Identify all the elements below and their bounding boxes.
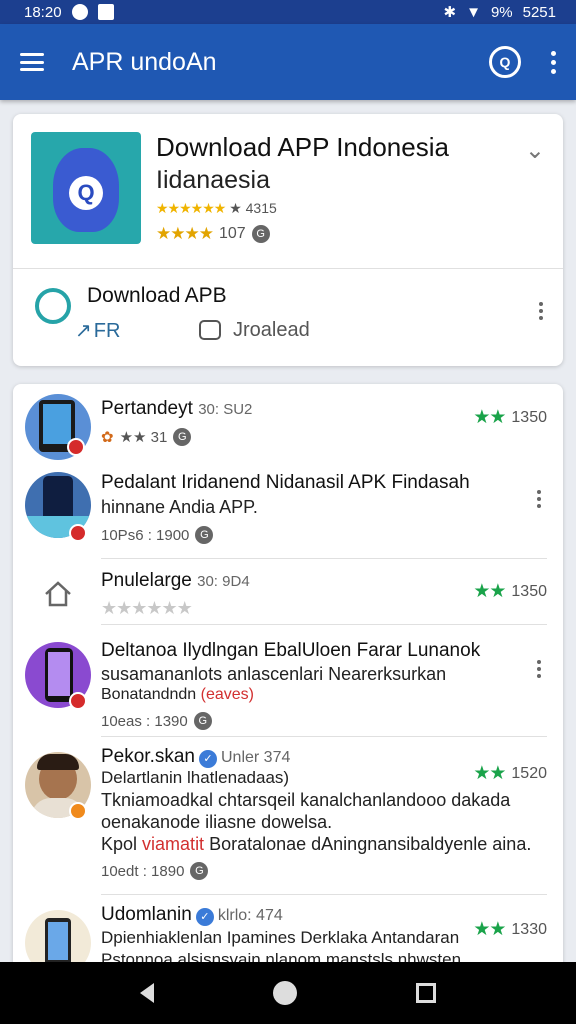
featured-app-rating: ★★★★★★ ★ 4315 [156,200,277,217]
item-meta-text: 10edt : 1890 [101,862,185,880]
home-icon [45,581,71,607]
featured-app-card[interactable]: Q Download APP Indonesia Iidanaesia ★★★★… [13,114,563,366]
status-badge [69,692,87,710]
verified-icon: ✓ [195,907,214,926]
system-nav-bar [0,962,576,1024]
item-rating: ★★ 1350 [473,580,547,603]
more-vert-icon[interactable] [537,490,541,508]
green-stars: ★★ [473,581,506,602]
item-line: Dpienhiaklenlan Ipamines Derklaka Antand… [101,928,460,947]
recent-apps-icon[interactable] [416,983,437,1003]
status-badge [67,438,85,456]
g-badge-icon: G [251,225,270,243]
item-highlight: (eaves) [200,686,255,703]
app-notification-icon [97,4,114,20]
rating-stars: ★★★★★★ [156,200,226,216]
item-title: Udomlanin ✓ klrlo: 474 [101,904,283,926]
item-meta-text: ★★ 31 [119,429,168,446]
item-meta: 10Ps6 : 1900 G [101,526,214,544]
g-badge-icon: G [173,428,192,446]
green-stars: ★★ [473,407,506,428]
item-title: Deltanoa Ilydlngan Ebal​Uloen Farar Luna… [101,640,481,661]
g-badge-icon: G [195,526,214,544]
review-stars: ★★★★ [156,224,214,243]
item-meta: 10edt : 1890 G [101,862,209,880]
back-icon[interactable] [139,983,154,1003]
item-subtitle: klrlo: 474 [217,907,283,924]
divider [101,736,547,737]
featured-app-subtitle: Iidanaesia [156,166,270,194]
app-title: APR undoAn [72,47,217,76]
item-title: Pekor.skan ✓ Unler 374 [101,746,291,768]
item-meta: ✿ ★★ 31 G [101,428,192,446]
item-title: Pedalant Iridanend Nidanasil APK Findasa… [101,472,470,493]
search-icon[interactable]: Q [489,46,521,78]
rating-value: 1520 [511,764,547,782]
item-meta: ★★★★★★ [101,598,193,619]
item-title: Pnulelarge 30: 9D4 [101,570,250,591]
item-subtitle: 30: 9D4 [197,573,250,590]
battery-level: 9% [490,3,513,21]
status-badge [69,802,87,820]
fr-label: FR [93,320,121,342]
item-meta-text: 10Ps6 : 1900 [101,526,190,544]
more-vert-icon[interactable] [551,50,556,74]
app-list: Pertandeyt 30: SU2 ✿ ★★ 31 G ★★ 1350 Pedala… [13,384,563,984]
item-meta-text: 10eas : 1390 [101,712,188,730]
status-badge [69,524,87,542]
gray-stars: ★★★★★★ [101,598,193,618]
share-icon: ↗ [75,320,92,342]
item-line: Delartlanin lhatlenadaas) [101,768,290,787]
more-vert-icon[interactable] [539,302,543,320]
item-line: susamananlots anlascenlari Nearerksurkan [101,664,447,684]
fr-link[interactable]: ↗ FR [75,318,120,343]
divider [101,558,547,559]
divider [101,894,547,895]
chevron-down-icon[interactable]: ⌄ [525,136,545,165]
g-badge-icon: G [193,712,212,730]
download-app-icon [35,288,71,324]
divider [101,624,547,625]
rating-value: 1350 [511,408,547,426]
item-subtitle: 30: SU2 [198,401,253,418]
item-highlight: viamatit [142,834,205,854]
rating-text: ★ 4315 [229,200,277,216]
item-line: Tkniamoadkal chtarsqeil kanalchanlandooo… [101,790,511,810]
pin-icon: ✿ [101,429,114,446]
app-logo-icon: Q [31,132,141,244]
item-meta: 10eas : 1390 G [101,712,212,730]
item-subtitle: Unler 374 [221,749,291,766]
item-line: oenakanode iliasne dowelsa. [101,812,333,832]
notification-icon [71,4,88,20]
item-line: Bonatandndn (eaves) [101,686,255,703]
status-time: 18:20 [24,3,62,21]
app-bar: APR undoAn Q [0,24,576,100]
item-line: hinnane Andia APP. [101,497,258,517]
item-line: Kpol viamatit Boratalonae dAningnansibal… [101,834,532,854]
green-stars: ★★ [473,919,506,940]
download-button[interactable]: Download APB [87,284,227,308]
item-rating: ★★ 1350 [473,406,547,429]
rating-value: 1330 [511,920,547,938]
more-vert-icon[interactable] [537,660,541,678]
divider [13,268,563,269]
green-stars: ★★ [473,763,506,784]
item-title: Pertandeyt 30: SU2 [101,398,253,419]
status-bar: 18:20 ✱ ▼ 9% 5251 [0,0,576,24]
home-button-icon[interactable] [272,981,297,1005]
comment-icon[interactable] [199,320,221,340]
wifi-icon: ▼ [466,3,481,21]
status-clock: 5251 [522,3,556,21]
rating-value: 1350 [511,582,547,600]
bluetooth-icon: ✱ [443,4,457,21]
hamburger-icon[interactable] [20,53,44,71]
g-badge-icon: G [190,862,209,880]
verified-icon: ✓ [199,749,217,768]
load-link[interactable]: Jroalead [233,319,310,342]
item-rating: ★★ 1520 [473,762,547,785]
review-count: 107 [218,225,246,242]
featured-app-title: Download APP Indonesia [156,132,449,162]
item-rating: ★★ 1330 [473,918,547,941]
featured-app-reviews: ★★★★ 107 G [156,224,270,244]
